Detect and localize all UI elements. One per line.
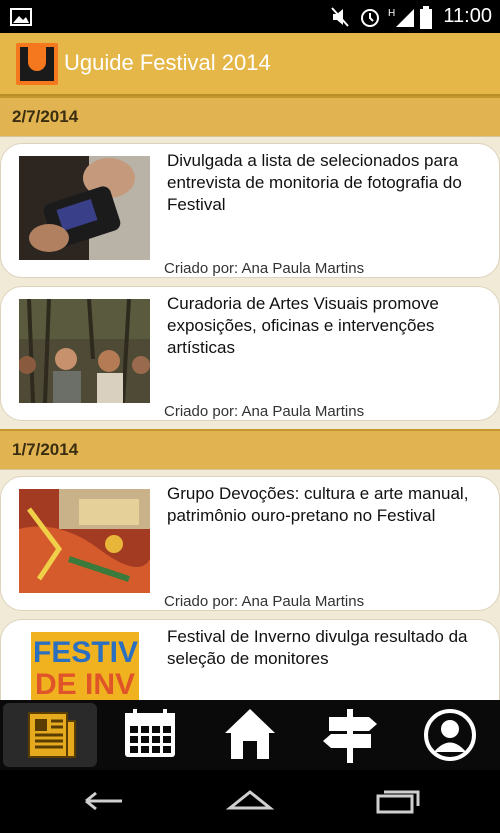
people-photo-thumbnail — [19, 299, 150, 403]
nav-news[interactable] — [3, 703, 97, 767]
news-author: Criado por: Ana Paula Martins — [164, 403, 365, 420]
image-icon — [10, 8, 32, 26]
back-icon[interactable] — [80, 786, 128, 816]
nav-directions[interactable] — [303, 703, 397, 767]
app-logo-icon[interactable] — [16, 43, 58, 85]
battery-icon — [420, 6, 432, 29]
bottom-nav — [0, 700, 500, 770]
status-time: 11:00 — [443, 5, 492, 27]
app-title: Uguide Festival 2014 — [64, 50, 271, 75]
system-nav-bar — [0, 770, 500, 833]
fabric-photo-thumbnail — [19, 489, 150, 593]
festival-poster-thumbnail: FESTIV DE INV — [31, 632, 139, 700]
news-author: Criado por: Ana Paula Martins — [164, 260, 365, 277]
svg-text:FESTIV: FESTIV — [33, 636, 138, 669]
news-feed[interactable]: 2/7/2014 Divulgada a lista de selecionad… — [0, 96, 500, 700]
news-card[interactable]: Divulgada a lista de selecionados para e… — [0, 143, 500, 278]
news-card[interactable]: Grupo Devoções: cultura e arte manual, p… — [0, 476, 500, 611]
app-bar: Uguide Festival 2014 — [0, 33, 500, 96]
status-bar: H 11:00 — [0, 0, 500, 33]
news-title: Divulgada a lista de selecionados para e… — [167, 151, 462, 214]
date-label: 1/7/2014 — [12, 440, 79, 459]
news-card[interactable]: FESTIV DE INV Festival de Inverno divulg… — [0, 619, 500, 700]
news-title: Grupo Devoções: cultura e arte manual, p… — [167, 484, 469, 525]
camera-photo-thumbnail — [19, 156, 150, 260]
nav-home[interactable] — [203, 703, 297, 767]
alarm-icon — [361, 9, 379, 27]
nav-profile[interactable] — [403, 703, 497, 767]
profile-icon — [424, 709, 476, 761]
news-card[interactable]: Curadoria de Artes Visuais promove expos… — [0, 286, 500, 421]
signpost-icon — [323, 709, 377, 763]
svg-text:H: H — [388, 8, 395, 19]
nav-calendar[interactable] — [103, 703, 197, 767]
news-title: Festival de Inverno divulga resultado da… — [167, 627, 468, 668]
date-header: 1/7/2014 — [0, 429, 500, 470]
date-header: 2/7/2014 — [0, 96, 500, 137]
svg-text:DE INV: DE INV — [35, 668, 135, 700]
news-title: Curadoria de Artes Visuais promove expos… — [167, 294, 439, 357]
home-icon — [225, 709, 275, 759]
news-icon — [28, 712, 76, 758]
mute-icon — [331, 7, 349, 27]
calendar-icon — [125, 709, 175, 757]
recent-apps-icon[interactable] — [374, 786, 422, 816]
signal-icon: H — [388, 8, 414, 27]
news-author: Criado por: Ana Paula Martins — [164, 593, 365, 610]
home-button-icon[interactable] — [226, 786, 274, 816]
date-label: 2/7/2014 — [12, 107, 79, 126]
